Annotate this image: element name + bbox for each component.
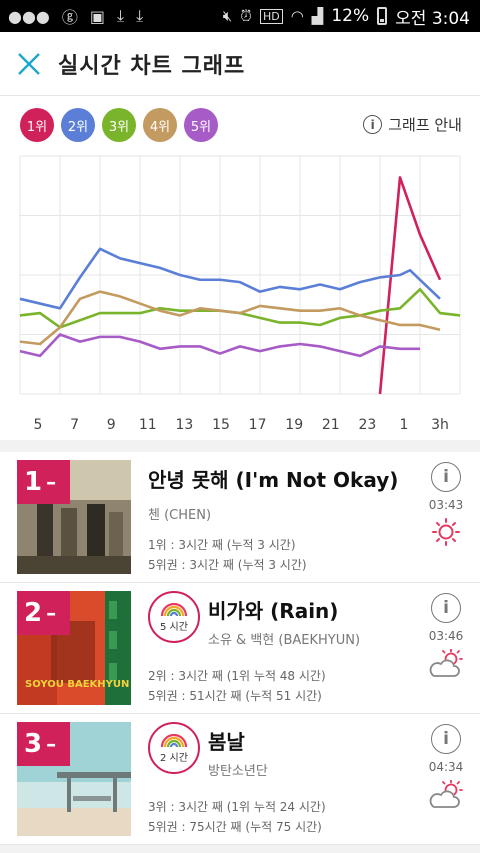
app-header: 실시간 차트 그래프 <box>0 32 480 96</box>
x-tick-label: 23 <box>358 417 376 433</box>
streak-label: 2 시간 <box>160 752 188 764</box>
graph-guide-button[interactable]: i 그래프 안내 <box>363 114 462 135</box>
page-title: 실시간 차트 그래프 <box>58 53 246 79</box>
top5-stat: 5위권 : 51시간 째 (누적 51 시간) <box>148 689 322 703</box>
image-icon: ▣ <box>89 6 106 26</box>
realtime-chart: 5 7 9 11 13 15 17 19 21 23 1 3h <box>19 155 461 433</box>
rank-badge: 3– <box>17 722 70 766</box>
cover-text: SOYOU BAEKHYUN <box>25 679 129 690</box>
battery-icon <box>377 7 388 25</box>
messenger-icon: ●●● <box>8 6 50 26</box>
info-icon: i <box>363 115 383 134</box>
rank-stat: 2위 : 3시간 째 (1위 누적 48 시간) <box>148 669 326 683</box>
rank-badge: 2– <box>17 591 70 635</box>
rank-number: 3 <box>24 729 43 759</box>
wifi-icon: ◠ <box>290 7 304 25</box>
legend-rank-2[interactable]: 2위 <box>61 108 95 142</box>
x-tick-label: 19 <box>285 417 303 433</box>
album-cover: 3– <box>17 722 131 836</box>
hd-icon: HD <box>259 8 283 24</box>
chart-legend: 1위 2위 3위 4위 5위 <box>20 108 218 142</box>
chart-item-3[interactable]: 3– 2 시간 봄날 방탄소년단 3위 : 3시간 째 (1위 누적 24 시간… <box>0 714 480 845</box>
alarm-icon: ⏰︎ <box>240 7 252 25</box>
update-time: 03:46 <box>428 629 464 643</box>
series-line-2 <box>19 247 441 310</box>
rank-number: 2 <box>24 598 43 628</box>
rank-badge: 1– <box>17 460 70 504</box>
x-tick-label: 7 <box>70 417 79 433</box>
series-line-3 <box>19 287 461 329</box>
legend-rank-5[interactable]: 5위 <box>184 108 218 142</box>
legend-rank-3[interactable]: 3위 <box>102 108 136 142</box>
artist-name[interactable]: 소유 & 백현 (BAEKHYUN) <box>208 629 360 648</box>
artist-name[interactable]: 첸 (CHEN) <box>148 504 211 523</box>
top5-stat: 5위권 : 3시간 째 (누적 3 시간) <box>148 558 307 572</box>
update-time: 04:34 <box>428 760 464 774</box>
streak-badge: 2 시간 <box>148 722 200 774</box>
legend-rank-1[interactable]: 1위 <box>20 108 54 142</box>
rainbow-icon <box>160 602 188 616</box>
update-time: 03:43 <box>428 498 464 512</box>
chart-list: 1– 안녕 못해 (I'm Not Okay) 첸 (CHEN) 1위 : 3시… <box>0 452 480 845</box>
download-icon: ⤓ <box>117 6 125 25</box>
streak-badge: 5 시간 <box>148 591 200 643</box>
series-line-1 <box>378 176 442 395</box>
close-button[interactable] <box>0 32 58 96</box>
clock: 오전 3:04 <box>395 8 470 29</box>
item-side: i 04:34 <box>426 724 466 810</box>
top5-stat: 5위권 : 75시간 째 (누적 75 시간) <box>148 820 322 834</box>
legend-rank-4[interactable]: 4위 <box>143 108 177 142</box>
x-tick-label: 3h <box>431 417 449 433</box>
chart-item-2[interactable]: SOYOU BAEKHYUN 2– 5 시간 비가와 (Rain) 소유 & 백… <box>0 583 480 714</box>
download-icon-2: ⤓ <box>136 6 144 25</box>
song-title[interactable]: 비가와 (Rain) <box>208 595 338 624</box>
item-side: i 03:46 <box>426 593 466 679</box>
song-info-icon[interactable]: i <box>431 724 461 754</box>
artist-name[interactable]: 방탄소년단 <box>208 760 268 779</box>
chart-item-1[interactable]: 1– 안녕 못해 (I'm Not Okay) 첸 (CHEN) 1위 : 3시… <box>0 452 480 583</box>
graph-panel: 1위 2위 3위 4위 5위 i 그래프 안내 5 7 9 11 13 15 17 19 21 2… <box>0 96 480 440</box>
x-tick-label: 13 <box>175 417 193 433</box>
battery-percent: 12% <box>331 6 370 26</box>
x-tick-label: 11 <box>139 417 157 433</box>
album-cover: SOYOU BAEKHYUN 2– <box>17 591 131 705</box>
song-info-icon[interactable]: i <box>431 462 461 492</box>
x-tick-label: 17 <box>249 417 267 433</box>
x-tick-label: 1 <box>400 417 409 433</box>
x-tick-label: 9 <box>107 417 116 433</box>
x-tick-label: 21 <box>322 417 340 433</box>
close-icon <box>18 52 40 75</box>
rank-stat: 3위 : 3시간 째 (1위 누적 24 시간) <box>148 800 326 814</box>
graph-guide-label: 그래프 안내 <box>388 116 462 134</box>
app-icon: ⓖ <box>61 8 78 27</box>
status-bar: ●●● ⓖ ▣ ⤓ ⤓ 🔇︎ ⏰︎ HD ◠ ▟ 12% 오전 3:04 <box>0 0 480 32</box>
x-tick-label: 5 <box>34 417 43 433</box>
rainbow-icon <box>160 733 188 747</box>
song-title[interactable]: 안녕 못해 (I'm Not Okay) <box>148 464 398 493</box>
rank-number: 1 <box>24 467 43 497</box>
song-info-icon[interactable]: i <box>431 593 461 623</box>
rank-stat: 1위 : 3시간 째 (누적 3 시간) <box>148 538 296 552</box>
item-side: i 03:43 <box>426 462 466 546</box>
sun-icon <box>432 518 460 546</box>
streak-label: 5 시간 <box>160 621 188 633</box>
song-title[interactable]: 봄날 <box>208 726 245 755</box>
mute-icon: 🔇︎ <box>222 7 233 25</box>
cloud-sun-icon <box>429 649 463 677</box>
album-cover: 1– <box>17 460 131 574</box>
cloud-sun-icon <box>429 780 463 808</box>
signal-icon: ▟ <box>311 7 324 25</box>
x-tick-label: 15 <box>212 417 230 433</box>
